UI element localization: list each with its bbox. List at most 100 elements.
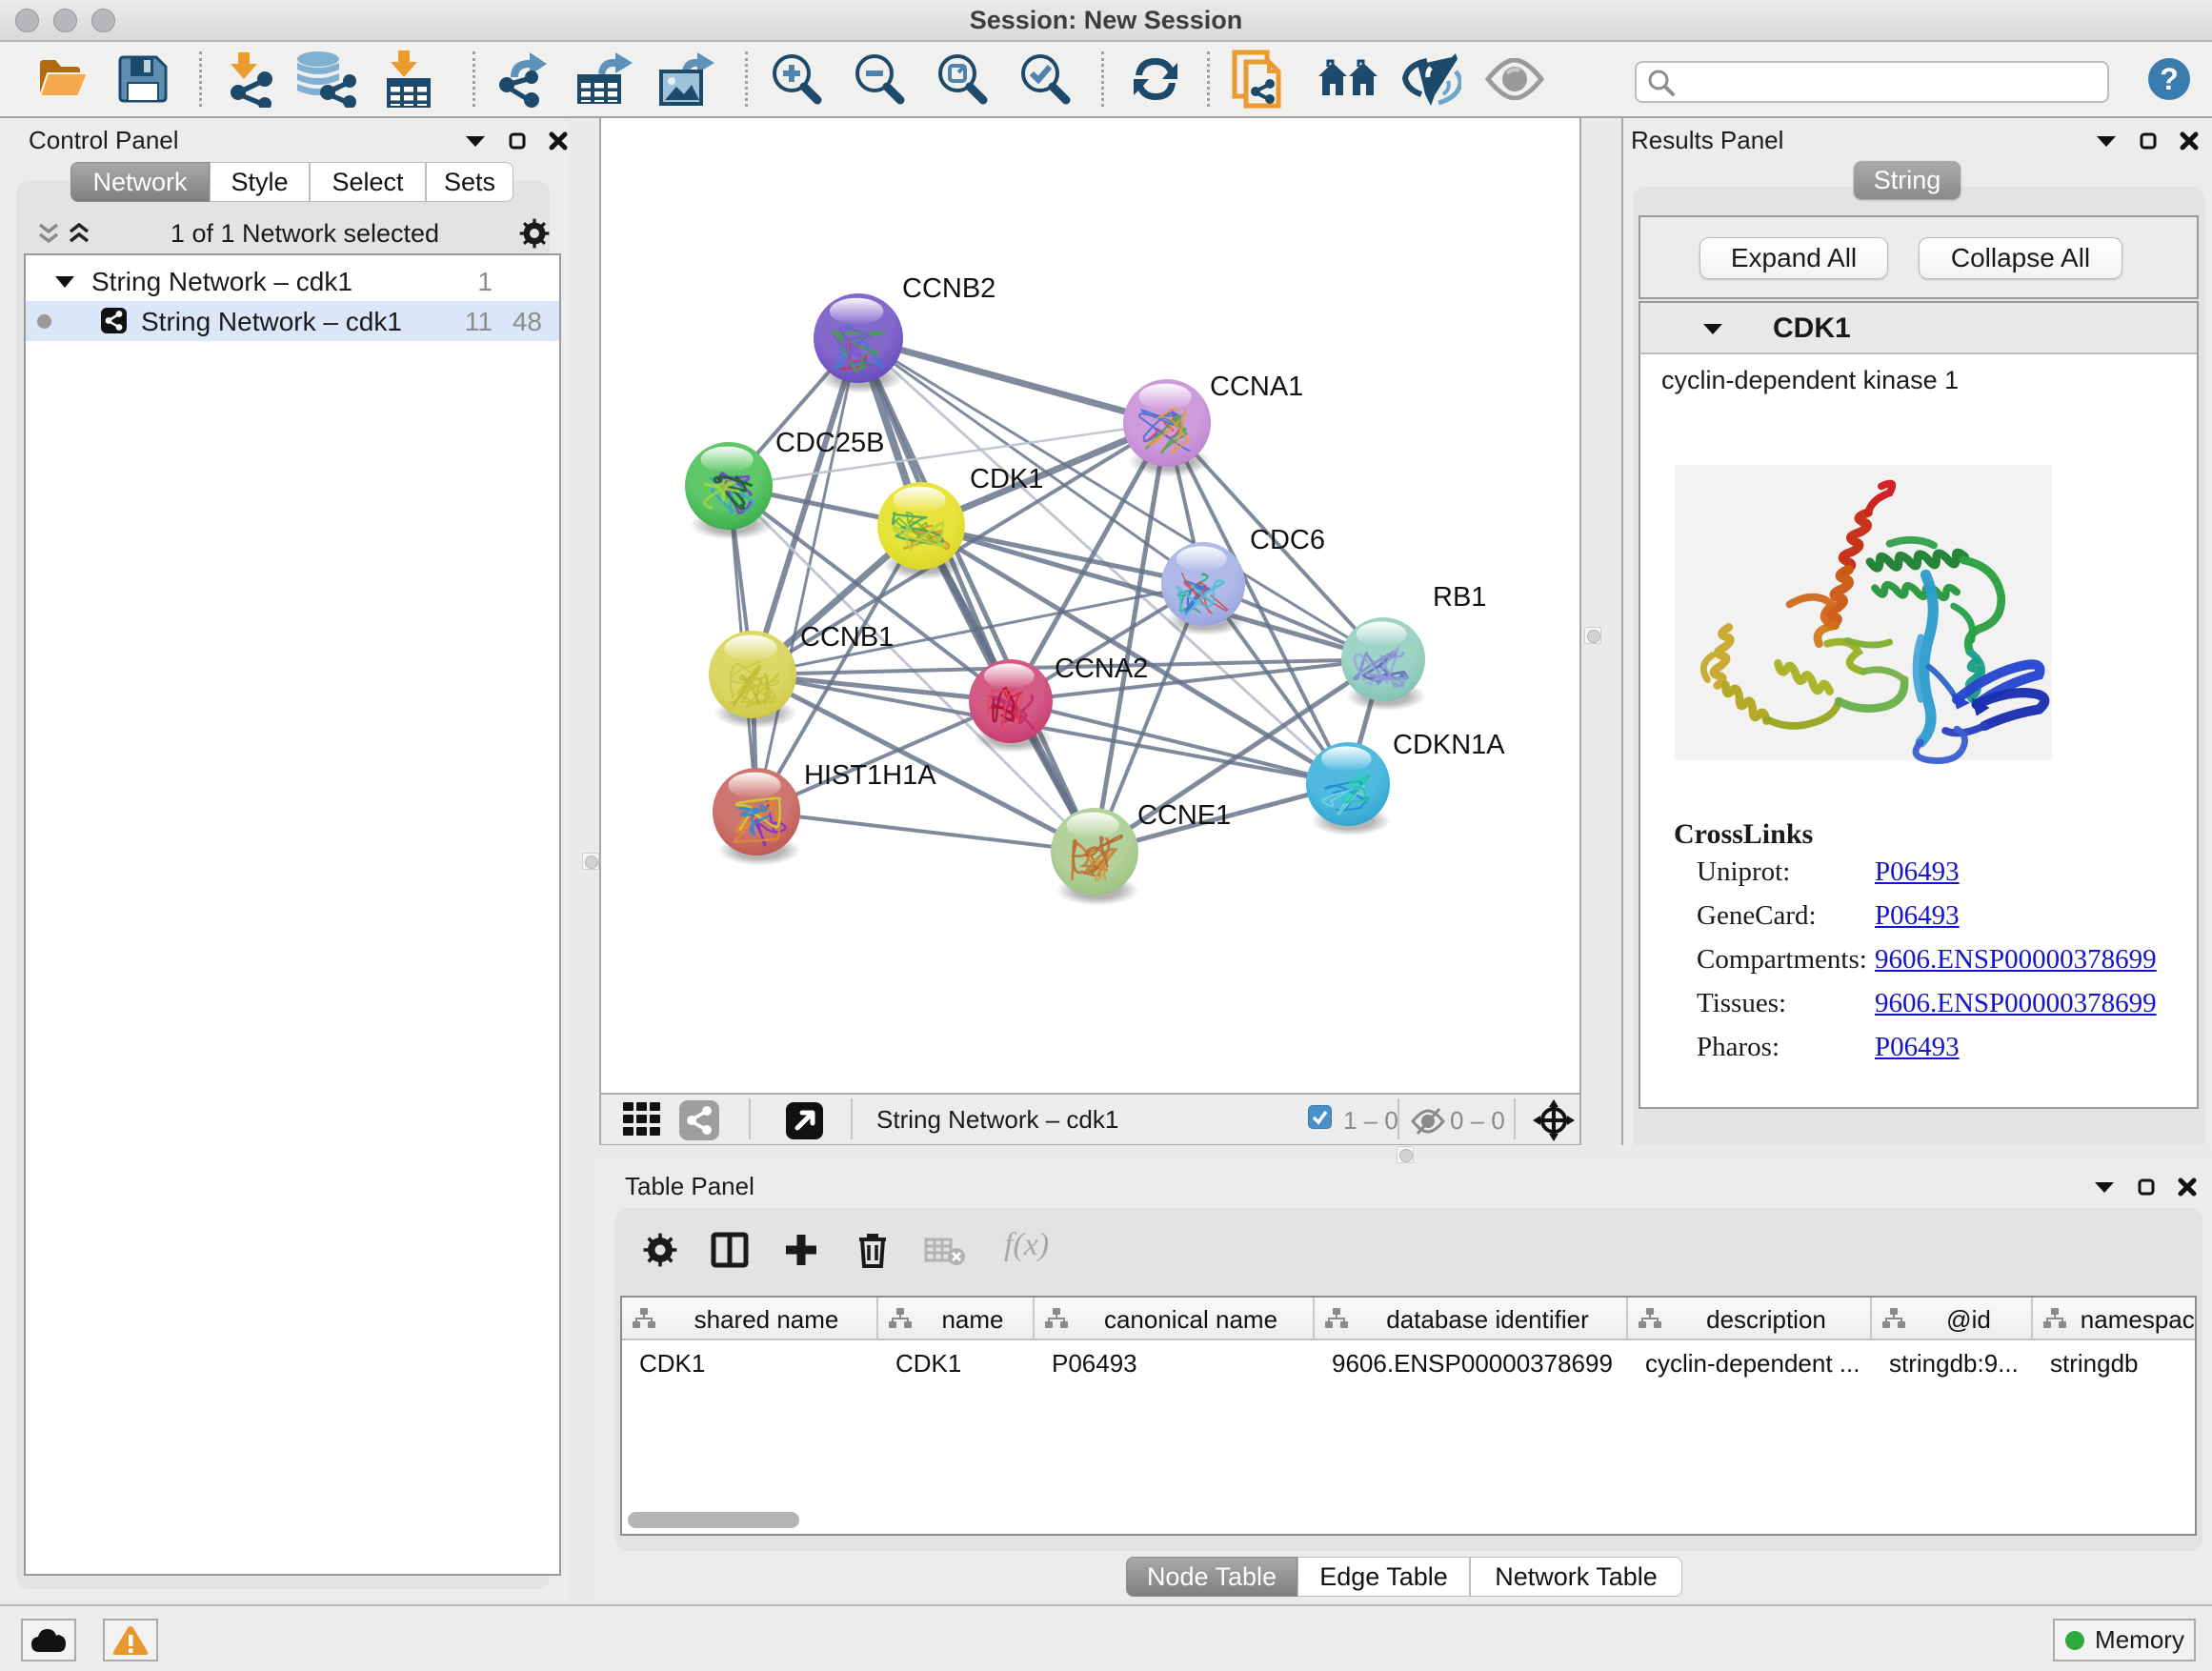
collapse-all-icon[interactable]	[37, 223, 60, 244]
network-node-CCNB2[interactable]	[814, 293, 904, 393]
export-image-button[interactable]	[657, 42, 718, 116]
memory-button[interactable]: Memory	[2053, 1619, 2196, 1661]
tab-network[interactable]: Network	[70, 162, 210, 202]
column-header-description[interactable]: description	[1628, 1298, 1872, 1340]
network-node-CDC6[interactable]	[1161, 542, 1246, 635]
crosslink-value-link[interactable]: 9606.ENSP00000378699	[1875, 988, 2157, 1019]
crosslink-value-link[interactable]: P06493	[1875, 856, 1960, 888]
table-horizontal-scrollbar[interactable]	[626, 1512, 2191, 1529]
network-node-CCNE1[interactable]	[1051, 808, 1139, 906]
expand-all-button[interactable]: Expand All	[1699, 237, 1888, 279]
network-node-CCNA2[interactable]	[969, 659, 1054, 753]
network-row[interactable]: String Network – cdk1 11 48	[26, 301, 559, 341]
help-button[interactable]: ?	[2145, 42, 2193, 116]
show-columns-icon[interactable]	[711, 1232, 749, 1268]
hide-selected-button[interactable]	[1398, 42, 1461, 116]
tab-sets[interactable]: Sets	[426, 162, 513, 202]
panel-float-icon[interactable]	[2140, 132, 2157, 150]
network-edge[interactable]	[756, 812, 1095, 852]
table-cell[interactable]: CDK1	[895, 1349, 961, 1379]
tab-string[interactable]: String	[1854, 161, 1961, 199]
table-cell[interactable]: stringdb	[2050, 1349, 2139, 1379]
show-all-button[interactable]	[1484, 42, 1545, 116]
column-header-canonical-name[interactable]: canonical name	[1035, 1298, 1315, 1340]
share-view-button[interactable]	[679, 1100, 719, 1140]
column-header-name[interactable]: name	[878, 1298, 1035, 1340]
selected-checkbox[interactable]	[1308, 1105, 1332, 1129]
table-cell[interactable]: CDK1	[639, 1349, 705, 1379]
column-header-database-identifier[interactable]: database identifier	[1315, 1298, 1628, 1340]
string-home-button[interactable]	[1317, 42, 1379, 116]
delete-column-icon[interactable]	[855, 1231, 890, 1269]
table-cell[interactable]: stringdb:9...	[1889, 1349, 2019, 1379]
network-node-CCNA1[interactable]	[1123, 379, 1212, 477]
tab-network-table[interactable]: Network Table	[1470, 1557, 1682, 1597]
network-node-CDC25B[interactable]	[685, 442, 774, 540]
table-cell[interactable]: cyclin-dependent ...	[1645, 1349, 1860, 1379]
column-header-namespace[interactable]: namespace	[2033, 1298, 2197, 1340]
bottom-splitter-handle[interactable]	[1397, 1146, 1414, 1163]
tab-select[interactable]: Select	[310, 162, 426, 202]
save-session-button[interactable]	[116, 42, 170, 116]
panel-close-icon[interactable]	[2178, 1178, 2197, 1197]
zoom-out-button[interactable]	[851, 42, 908, 116]
cloud-status-button[interactable]	[21, 1619, 76, 1661]
scrollbar-thumb[interactable]	[628, 1512, 799, 1528]
crosslink-value-link[interactable]: 9606.ENSP00000378699	[1875, 944, 2157, 976]
panel-float-icon[interactable]	[509, 132, 526, 150]
right-splitter[interactable]	[1581, 118, 1621, 1145]
tab-style[interactable]: Style	[210, 162, 310, 202]
network-node-CDK1[interactable]	[877, 482, 966, 580]
import-network-database-button[interactable]	[293, 42, 356, 116]
tab-node-table[interactable]: Node Table	[1126, 1557, 1297, 1597]
crosslink-value-link[interactable]: P06493	[1875, 1032, 1960, 1063]
birdseye-toggle-icon[interactable]	[1533, 1099, 1575, 1141]
search-input[interactable]	[1635, 61, 2109, 103]
panel-close-icon[interactable]	[549, 131, 568, 151]
open-session-button[interactable]	[34, 42, 90, 116]
network-collection-row[interactable]: String Network – cdk1 1	[26, 261, 559, 301]
export-table-button[interactable]	[573, 42, 634, 116]
right-splitter-handle[interactable]	[1584, 627, 1601, 644]
network-canvas[interactable]: CCNB2CCNA1CDC25BCDK1CDC6RB1CCNB1CCNA2CDK…	[599, 118, 1581, 1093]
network-node-HIST1H1A[interactable]	[713, 768, 801, 866]
gene-accordion-header[interactable]: CDK1	[1640, 303, 2197, 354]
panel-menu-icon[interactable]	[465, 134, 486, 148]
zoom-selected-button[interactable]	[1016, 42, 1074, 116]
clone-network-button[interactable]	[1231, 42, 1290, 116]
network-options-gear-icon[interactable]	[519, 218, 550, 249]
birdseye-grid-icon[interactable]	[622, 1099, 662, 1139]
warnings-button[interactable]	[103, 1619, 158, 1661]
left-splitter-handle[interactable]	[582, 853, 599, 870]
open-in-window-button[interactable]	[786, 1102, 823, 1139]
refresh-button[interactable]	[1128, 42, 1183, 116]
network-node-CDKN1A[interactable]	[1306, 742, 1391, 836]
tree-expander-icon[interactable]	[55, 275, 74, 288]
import-table-file-button[interactable]	[375, 42, 432, 116]
expand-all-icon[interactable]	[68, 223, 90, 244]
accordion-expander-icon[interactable]	[1702, 322, 1723, 335]
crosslink-value-link[interactable]: P06493	[1875, 900, 1960, 932]
function-builder-button[interactable]: f(x)	[1004, 1227, 1049, 1263]
bottom-splitter[interactable]	[599, 1145, 2212, 1164]
column-header-shared-name[interactable]: shared name	[622, 1298, 878, 1340]
network-node-RB1[interactable]	[1341, 617, 1426, 711]
add-column-icon[interactable]	[782, 1231, 820, 1269]
column-header--id[interactable]: @id	[1872, 1298, 2033, 1340]
import-network-file-button[interactable]	[217, 42, 276, 116]
zoom-fit-button[interactable]	[934, 42, 991, 116]
export-network-button[interactable]	[497, 42, 558, 116]
table-cell[interactable]: P06493	[1052, 1349, 1137, 1379]
left-splitter[interactable]	[568, 118, 599, 1604]
table-options-gear-icon[interactable]	[643, 1233, 677, 1267]
network-node-CCNB1[interactable]	[709, 631, 797, 729]
collapse-all-button[interactable]: Collapse All	[1919, 237, 2122, 279]
panel-float-icon[interactable]	[2138, 1178, 2155, 1196]
panel-menu-icon[interactable]	[2096, 134, 2117, 148]
tab-edge-table[interactable]: Edge Table	[1297, 1557, 1470, 1597]
delete-table-icon[interactable]	[924, 1234, 966, 1268]
panel-close-icon[interactable]	[2180, 131, 2199, 151]
table-cell[interactable]: 9606.ENSP00000378699	[1332, 1349, 1613, 1379]
zoom-in-button[interactable]	[768, 42, 825, 116]
panel-menu-icon[interactable]	[2094, 1180, 2115, 1194]
